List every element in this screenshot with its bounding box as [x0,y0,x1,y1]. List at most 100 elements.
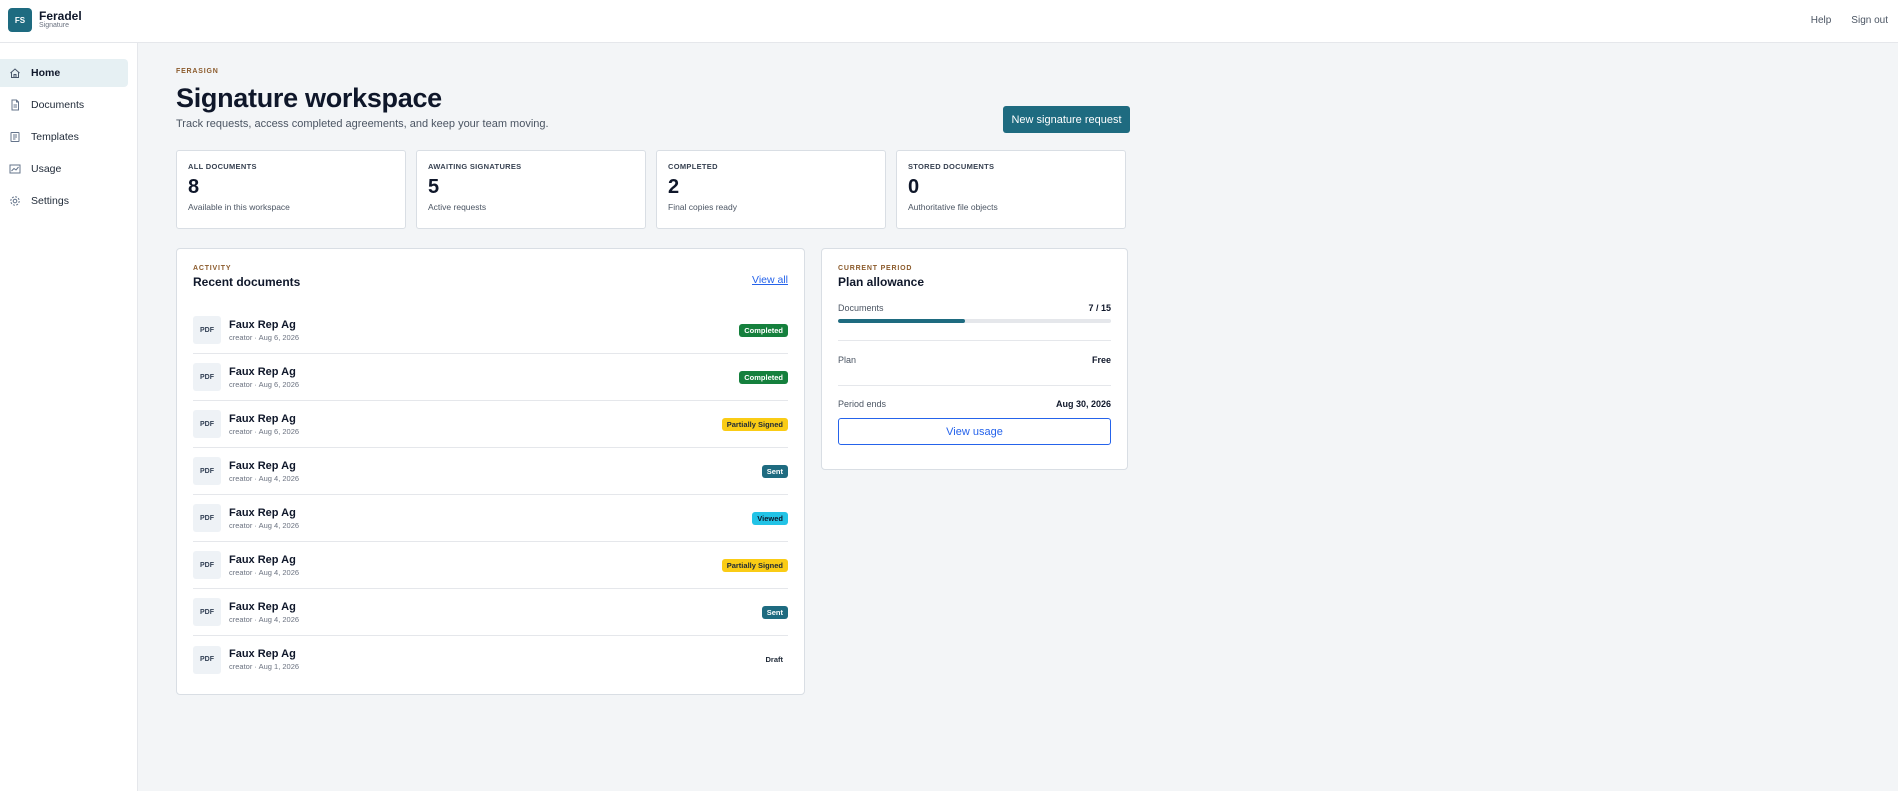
document-meta: creator · Aug 1, 2026 [229,662,300,671]
document-row[interactable]: PDF Faux Rep Ag creator · Aug 6, 2026 Par… [193,401,788,448]
home-icon [9,67,21,79]
document-name: Faux Rep Ag [229,412,296,425]
stat-value: 0 [908,176,920,198]
sign-out-link[interactable]: Sign out [1851,15,1888,26]
stat-caption: Final copies ready [668,202,737,212]
document-row[interactable]: PDF Faux Rep Ag creator · Aug 6, 2026 Com… [193,307,788,354]
status-badge: Completed [739,323,788,337]
help-link[interactable]: Help [1811,15,1832,26]
sidebar-item-home[interactable]: Home [0,59,128,87]
document-name: Faux Rep Ag [229,318,296,331]
plan-title: Plan allowance [838,275,925,289]
view-usage-button[interactable]: View usage [838,418,1111,445]
document-row[interactable]: PDF Faux Rep Ag creator · Aug 4, 2026 Vie… [193,495,788,542]
stat-value: 5 [428,176,440,198]
stat-caption: Available in this workspace [188,202,290,212]
sidebar-item-label: Documents [31,99,85,111]
status-badge: Partially Signed [721,417,788,431]
documents-usage-label: Documents [838,303,884,313]
sidebar-item-label: Home [31,67,61,79]
documents-progress-bar [838,319,1111,323]
document-row[interactable]: PDF Faux Rep Ag creator · Aug 4, 2026 Par… [193,542,788,589]
stat-card-stored-documents: STORED DOCUMENTS 0 Authoritative file ob… [896,150,1126,229]
stat-value: 8 [188,176,200,198]
stats-row: ALL DOCUMENTS 8 Available in this worksp… [176,150,1126,229]
new-signature-request-button[interactable]: New signature request [1003,106,1130,133]
document-name: Faux Rep Ag [229,553,296,566]
brand-logo: FS [8,8,32,32]
page-eyebrow: FERASIGN [176,68,219,75]
document-meta: creator · Aug 4, 2026 [229,614,300,624]
pdf-icon: PDF [193,598,221,626]
status-badge: Viewed [752,511,788,525]
gear-icon [9,195,21,207]
stat-label: ALL DOCUMENTS [188,162,257,171]
view-all-link[interactable]: View all [752,274,788,286]
recent-documents-card: ACTIVITY Recent documents View all PDF F… [176,248,805,695]
top-links: Help Sign out [1811,15,1888,26]
activity-eyebrow: ACTIVITY [193,265,232,272]
stat-caption: Authoritative file objects [908,202,998,212]
page-title: Signature workspace [176,83,442,113]
page-subtitle: Track requests, access completed agreeme… [176,118,549,130]
sidebar-item-settings[interactable]: Settings [0,187,128,215]
stat-label: COMPLETED [668,162,718,171]
plan-label: Plan [838,355,857,365]
sidebar: Home Documents Templates Usage Settings [0,43,138,791]
document-meta: creator · Aug 4, 2026 [229,567,300,577]
sidebar-item-label: Settings [31,195,69,207]
template-icon [9,131,21,143]
document-row[interactable]: PDF Faux Rep Ag creator · Aug 6, 2026 Com… [193,354,788,401]
stat-card-completed: COMPLETED 2 Final copies ready [656,150,886,229]
plan-allowance-card: CURRENT PERIOD Plan allowance Documents … [821,248,1128,470]
document-meta: creator · Aug 4, 2026 [229,473,300,483]
recent-documents-title: Recent documents [193,275,301,289]
sidebar-item-documents[interactable]: Documents [0,91,128,119]
top-bar: FS Feradel Signature Help Sign out [0,0,1898,43]
document-meta: creator · Aug 4, 2026 [229,520,300,530]
pdf-icon: PDF [193,410,221,438]
stat-card-all-documents: ALL DOCUMENTS 8 Available in this worksp… [176,150,406,229]
plan-value: Free [1091,355,1111,365]
document-row[interactable]: PDF Faux Rep Ag creator · Aug 4, 2026 Sen… [193,589,788,636]
status-badge: Completed [739,370,788,384]
brand-subtitle: Signature [39,22,69,29]
divider [838,340,1111,341]
status-badge: Partially Signed [721,558,788,572]
document-row[interactable]: PDF Faux Rep Ag creator · Aug 4, 2026 Sen… [193,448,788,495]
pdf-icon: PDF [193,551,221,579]
pdf-icon: PDF [193,645,221,674]
plan-row: Plan Free [838,355,1111,365]
document-meta: creator · Aug 6, 2026 [229,426,300,436]
stat-card-awaiting-signatures: AWAITING SIGNATURES 5 Active requests [416,150,646,229]
document-name: Faux Rep Ag [229,506,296,519]
stat-label: STORED DOCUMENTS [908,162,995,171]
sidebar-item-templates[interactable]: Templates [0,123,128,151]
document-name: Faux Rep Ag [229,648,296,660]
documents-progress-fill [838,319,966,323]
status-badge: Draft [760,653,788,666]
pdf-icon: PDF [193,363,221,391]
document-name: Faux Rep Ag [229,459,296,472]
sidebar-item-label: Usage [31,163,62,175]
sidebar-item-usage[interactable]: Usage [0,155,128,183]
document-row[interactable]: PDF Faux Rep Ag creator · Aug 1, 2026 Dra… [193,636,788,683]
plan-eyebrow: CURRENT PERIOD [838,265,913,272]
document-list: PDF Faux Rep Ag creator · Aug 6, 2026 Com… [193,307,788,683]
documents-usage-row: Documents 7 / 15 [838,303,1111,313]
chart-icon [9,163,21,175]
pdf-icon: PDF [193,504,221,532]
document-name: Faux Rep Ag [229,600,296,613]
documents-usage-value: 7 / 15 [1088,303,1111,313]
stat-value: 2 [668,176,680,198]
period-value: Aug 30, 2026 [1055,399,1111,409]
period-row: Period ends Aug 30, 2026 [838,399,1111,409]
sidebar-item-label: Templates [31,131,79,143]
status-badge: Sent [761,464,788,478]
brand[interactable]: FS Feradel Signature [8,8,82,32]
status-badge: Sent [761,605,788,619]
pdf-icon: PDF [193,316,221,344]
pdf-icon: PDF [193,457,221,485]
document-name: Faux Rep Ag [229,365,296,378]
document-icon [9,99,21,111]
